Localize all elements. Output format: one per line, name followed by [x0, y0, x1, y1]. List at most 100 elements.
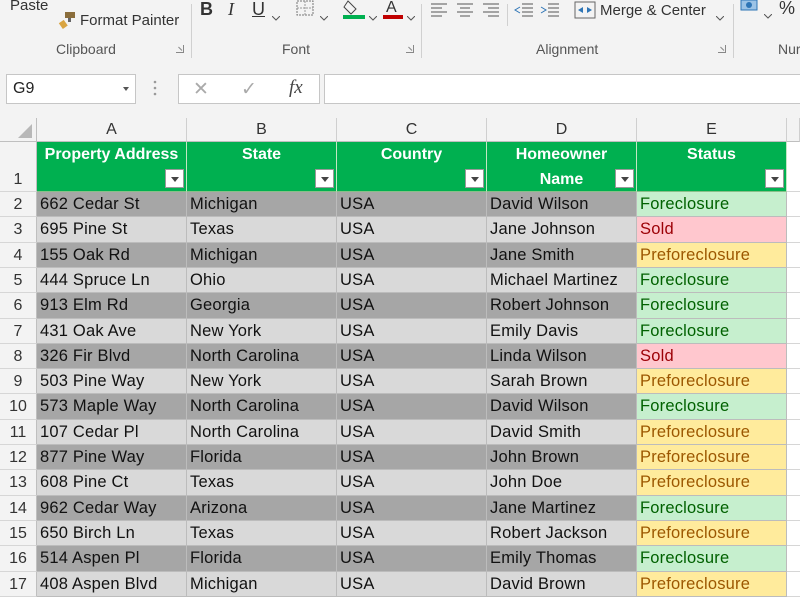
paste-button[interactable]: Paste — [10, 0, 48, 14]
row-header[interactable]: 2 — [0, 192, 37, 217]
empty-cell[interactable] — [787, 445, 800, 470]
status-cell[interactable]: Foreclosure — [637, 192, 787, 217]
row-header[interactable]: 15 — [0, 521, 37, 546]
chevron-down-icon[interactable] — [123, 87, 129, 91]
status-cell[interactable]: Preforeclosure — [637, 243, 787, 268]
country-cell[interactable]: USA — [337, 420, 487, 445]
status-cell[interactable]: Preforeclosure — [637, 572, 787, 597]
column-header[interactable]: E — [637, 118, 787, 142]
country-cell[interactable]: USA — [337, 369, 487, 394]
country-cell[interactable]: USA — [337, 496, 487, 521]
bold-button[interactable]: B — [200, 0, 213, 20]
empty-cell[interactable] — [787, 217, 800, 243]
address-cell[interactable]: 514 Aspen Pl — [37, 546, 187, 572]
address-cell[interactable]: 155 Oak Rd — [37, 243, 187, 268]
align-left-icon[interactable] — [430, 2, 448, 23]
status-cell[interactable]: Preforeclosure — [637, 420, 787, 445]
merge-center-button[interactable]: Merge & Center — [600, 2, 706, 19]
address-cell[interactable]: 877 Pine Way — [37, 445, 187, 470]
insert-function-icon[interactable]: fx — [289, 77, 303, 99]
address-cell[interactable]: 662 Cedar St — [37, 192, 187, 217]
row-header[interactable]: 12 — [0, 445, 37, 470]
row-header[interactable]: 1 — [0, 142, 37, 192]
homeowner-cell[interactable]: David Brown — [487, 572, 637, 597]
select-all-button[interactable] — [0, 118, 37, 142]
homeowner-cell[interactable]: Linda Wilson — [487, 344, 637, 369]
chevron-down-icon[interactable] — [319, 8, 329, 26]
address-cell[interactable]: 444 Spruce Ln — [37, 268, 187, 293]
status-cell[interactable]: Sold — [637, 344, 787, 369]
filter-dropdown-icon[interactable] — [165, 169, 184, 188]
state-cell[interactable]: Texas — [187, 521, 337, 546]
homeowner-cell[interactable]: Michael Martinez — [487, 268, 637, 293]
homeowner-cell[interactable]: John Brown — [487, 445, 637, 470]
header-cell-property-address[interactable]: Property Address — [37, 142, 187, 192]
clipboard-launcher-icon[interactable] — [176, 45, 184, 53]
row-header[interactable]: 17 — [0, 572, 37, 597]
column-header[interactable]: C — [337, 118, 487, 142]
row-header[interactable]: 11 — [0, 420, 37, 445]
homeowner-cell[interactable]: David Smith — [487, 420, 637, 445]
empty-cell[interactable] — [787, 192, 800, 217]
status-cell[interactable]: Sold — [637, 217, 787, 243]
state-cell[interactable]: Arizona — [187, 496, 337, 521]
homeowner-cell[interactable]: Sarah Brown — [487, 369, 637, 394]
homeowner-cell[interactable]: David Wilson — [487, 192, 637, 217]
column-header[interactable]: D — [487, 118, 637, 142]
underline-button[interactable]: U — [252, 0, 265, 20]
address-cell[interactable]: 650 Birch Ln — [37, 521, 187, 546]
enter-icon[interactable]: ✓ — [241, 78, 257, 101]
country-cell[interactable]: USA — [337, 470, 487, 496]
status-cell[interactable]: Foreclosure — [637, 293, 787, 319]
address-cell[interactable]: 431 Oak Ave — [37, 319, 187, 344]
row-header[interactable]: 6 — [0, 293, 37, 319]
status-cell[interactable]: Foreclosure — [637, 496, 787, 521]
header-cell-homeowner-name[interactable]: Homeowner Name — [487, 142, 637, 192]
chevron-down-icon[interactable] — [715, 8, 725, 26]
row-header[interactable]: 3 — [0, 217, 37, 243]
borders-icon[interactable] — [296, 0, 316, 23]
status-cell[interactable]: Foreclosure — [637, 394, 787, 420]
chevron-down-icon[interactable] — [406, 8, 416, 26]
state-cell[interactable]: Texas — [187, 470, 337, 496]
address-cell[interactable]: 962 Cedar Way — [37, 496, 187, 521]
row-header[interactable]: 14 — [0, 496, 37, 521]
state-cell[interactable]: New York — [187, 319, 337, 344]
row-header[interactable]: 7 — [0, 319, 37, 344]
status-cell[interactable]: Preforeclosure — [637, 521, 787, 546]
filter-dropdown-icon[interactable] — [315, 169, 334, 188]
header-cell-country[interactable]: Country — [337, 142, 487, 192]
country-cell[interactable]: USA — [337, 268, 487, 293]
header-cell-status[interactable]: Status — [637, 142, 787, 192]
status-cell[interactable]: Preforeclosure — [637, 470, 787, 496]
merge-center-icon[interactable] — [574, 1, 596, 24]
state-cell[interactable]: North Carolina — [187, 420, 337, 445]
align-center-icon[interactable] — [456, 2, 474, 23]
address-cell[interactable]: 107 Cedar Pl — [37, 420, 187, 445]
address-cell[interactable]: 573 Maple Way — [37, 394, 187, 420]
header-cell-state[interactable]: State — [187, 142, 337, 192]
country-cell[interactable]: USA — [337, 521, 487, 546]
empty-cell[interactable] — [787, 420, 800, 445]
state-cell[interactable]: Ohio — [187, 268, 337, 293]
format-painter-button[interactable]: Format Painter — [80, 12, 179, 29]
address-cell[interactable]: 503 Pine Way — [37, 369, 187, 394]
empty-cell[interactable] — [787, 496, 800, 521]
row-header[interactable]: 13 — [0, 470, 37, 496]
homeowner-cell[interactable]: Jane Johnson — [487, 217, 637, 243]
country-cell[interactable]: USA — [337, 546, 487, 572]
filter-dropdown-icon[interactable] — [465, 169, 484, 188]
row-header[interactable]: 4 — [0, 243, 37, 268]
empty-cell[interactable] — [787, 521, 800, 546]
homeowner-cell[interactable]: Emily Davis — [487, 319, 637, 344]
empty-cell[interactable] — [787, 394, 800, 420]
state-cell[interactable]: Florida — [187, 546, 337, 572]
font-color-icon[interactable]: A — [382, 0, 404, 25]
empty-cell[interactable] — [787, 319, 800, 344]
empty-cell[interactable] — [787, 293, 800, 319]
empty-cell[interactable] — [787, 142, 800, 192]
accounting-format-icon[interactable] — [740, 0, 762, 21]
state-cell[interactable]: Texas — [187, 217, 337, 243]
empty-cell[interactable] — [787, 268, 800, 293]
homeowner-cell[interactable]: Robert Johnson — [487, 293, 637, 319]
